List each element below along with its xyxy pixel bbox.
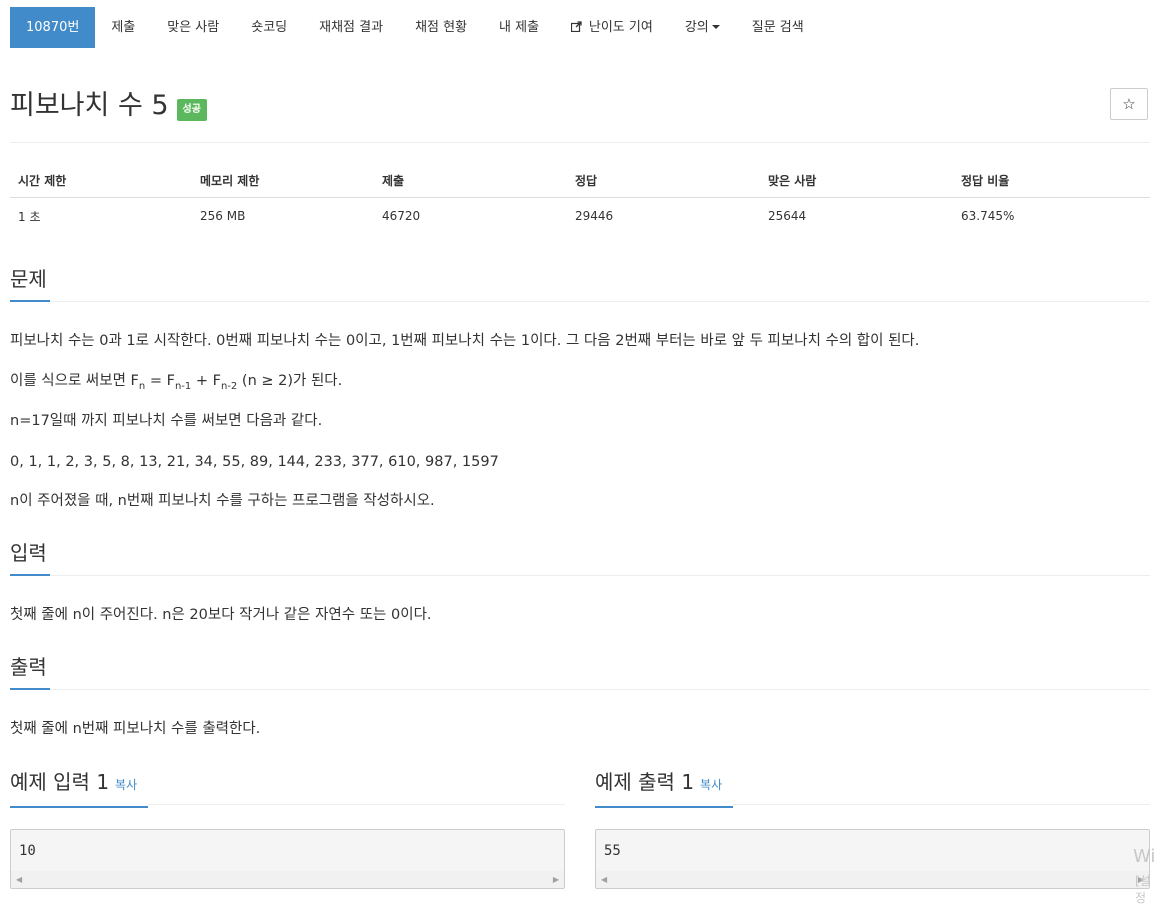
section-output-title: 출력 — [10, 655, 47, 679]
table-header-row: 시간 제한 메모리 제한 제출 정답 맞은 사람 정답 비율 — [10, 163, 1150, 198]
nav-difficulty-contribution[interactable]: 난이도 기여 — [555, 7, 669, 48]
section-problem-divider — [50, 301, 1150, 302]
problem-nav: 10870번 제출 맞은 사람 숏코딩 재채점 결과 채점 현황 내 제출 난이… — [10, 7, 820, 48]
cell-submissions: 46720 — [382, 209, 421, 223]
section-output-underline — [10, 688, 50, 690]
sample-output-underline — [595, 806, 733, 808]
cell-time-limit: 1 초 — [18, 209, 41, 224]
formula-sub-n2: n-2 — [220, 380, 238, 392]
status-badge: 성공 — [176, 99, 207, 121]
problem-description-1: 피보나치 수는 0과 1로 시작한다. 0번째 피보나치 수는 0이고, 1번째… — [10, 333, 920, 349]
scroll-right-icon[interactable]: ▶ — [553, 875, 559, 884]
formula-sub-n1: n-1 — [174, 380, 192, 392]
formula-prefix: 이를 식으로 써보면 F — [10, 373, 139, 389]
formula-plus: + F — [191, 373, 221, 389]
nav-short-coding[interactable]: 숏코딩 — [235, 7, 303, 48]
title-divider — [10, 142, 1150, 143]
section-input-underline — [10, 574, 50, 576]
output-description: 첫째 줄에 n번째 피보나치 수를 출력한다. — [10, 721, 261, 737]
cell-solvers: 25644 — [768, 209, 807, 223]
section-output-heading: 출력 — [10, 653, 50, 690]
section-input-heading: 입력 — [10, 539, 50, 576]
nav-status[interactable]: 채점 현황 — [399, 7, 483, 48]
sample-output-scrollbar[interactable]: ◀ ▶ — [596, 871, 1149, 888]
nav-solvers[interactable]: 맞은 사람 — [151, 7, 235, 48]
nav-problem-number[interactable]: 10870번 — [10, 7, 96, 48]
formula-suffix: (n ≥ 2)가 된다. — [237, 373, 343, 389]
section-input-title: 입력 — [10, 541, 47, 565]
windows-activation-watermark-sub: [설정 — [1135, 874, 1151, 905]
page-title: 피보나치 수 5 — [10, 90, 169, 121]
sample-output-copy-button[interactable]: 복사 — [700, 778, 722, 792]
sample-output-title: 예제 출력 1 — [595, 770, 695, 794]
windows-activation-watermark: Wi — [1133, 846, 1156, 867]
problem-info-table: 시간 제한 메모리 제한 제출 정답 맞은 사람 정답 비율 1 초 256 M… — [10, 163, 1150, 234]
nav-lecture-label: 강의 — [684, 20, 709, 35]
problem-title-row: 피보나치 수 5 성공 — [10, 88, 207, 124]
nav-my-submissions[interactable]: 내 제출 — [483, 7, 555, 48]
input-description: 첫째 줄에 n이 주어진다. n은 20보다 작거나 같은 자연수 또는 0이다… — [10, 607, 432, 623]
col-submissions: 제출 — [374, 163, 567, 198]
nav-submit[interactable]: 제출 — [95, 7, 151, 48]
col-accept-rate: 정답 비율 — [953, 163, 1150, 198]
cell-accepted: 29446 — [575, 209, 614, 223]
sample-input-value: 10 — [19, 843, 36, 859]
section-problem-title: 문제 — [10, 267, 47, 291]
sample-input-box: 10 ◀ ▶ — [10, 829, 565, 889]
formula-eq: = F — [145, 373, 175, 389]
cell-memory-limit: 256 MB — [200, 209, 246, 223]
star-button[interactable]: ☆ — [1110, 88, 1148, 120]
cell-accept-rate: 63.745% — [961, 209, 1015, 223]
scroll-left-icon[interactable]: ◀ — [601, 875, 607, 884]
col-solvers: 맞은 사람 — [760, 163, 953, 198]
sample-input-heading: 예제 입력 1 복사 — [10, 768, 148, 808]
sample-output-box: 55 ◀ ▶ — [595, 829, 1150, 889]
problem-description-4: 0, 1, 1, 2, 3, 5, 8, 13, 21, 34, 55, 89,… — [10, 454, 499, 470]
col-memory-limit: 메모리 제한 — [192, 163, 374, 198]
sample-input-title: 예제 입력 1 — [10, 770, 110, 794]
sample-input-underline — [10, 806, 148, 808]
col-accepted: 정답 — [567, 163, 760, 198]
external-link-icon — [570, 20, 586, 34]
problem-description-3: n=17일때 까지 피보나치 수를 써보면 다음과 같다. — [10, 413, 323, 429]
section-problem-heading: 문제 — [10, 265, 50, 302]
problem-description-2: 이를 식으로 써보면 Fn = Fn-1 + Fn-2 (n ≥ 2)가 된다. — [10, 371, 342, 397]
sample-output-heading: 예제 출력 1 복사 — [595, 768, 733, 808]
nav-rejudge-results[interactable]: 재채점 결과 — [303, 7, 399, 48]
section-problem-underline — [10, 300, 50, 302]
nav-lecture-dropdown[interactable]: 강의 — [669, 7, 736, 48]
sample-input-copy-button[interactable]: 복사 — [115, 778, 137, 792]
col-time-limit: 시간 제한 — [10, 163, 192, 198]
nav-question-search[interactable]: 질문 검색 — [736, 7, 820, 48]
problem-description-5: n이 주어졌을 때, n번째 피보나치 수를 구하는 프로그램을 작성하시오. — [10, 493, 435, 509]
section-output-divider — [50, 689, 1150, 690]
scroll-left-icon[interactable]: ◀ — [16, 875, 22, 884]
nav-difficulty-label: 난이도 기여 — [588, 20, 653, 35]
sample-output-divider — [733, 804, 1150, 805]
sample-output-value: 55 — [604, 843, 621, 859]
star-icon: ☆ — [1122, 95, 1136, 113]
sample-input-divider — [148, 804, 565, 805]
section-input-divider — [50, 575, 1150, 576]
sample-input-scrollbar[interactable]: ◀ ▶ — [11, 871, 564, 888]
table-row: 1 초 256 MB 46720 29446 25644 63.745% — [10, 198, 1150, 235]
caret-down-icon — [711, 25, 720, 29]
